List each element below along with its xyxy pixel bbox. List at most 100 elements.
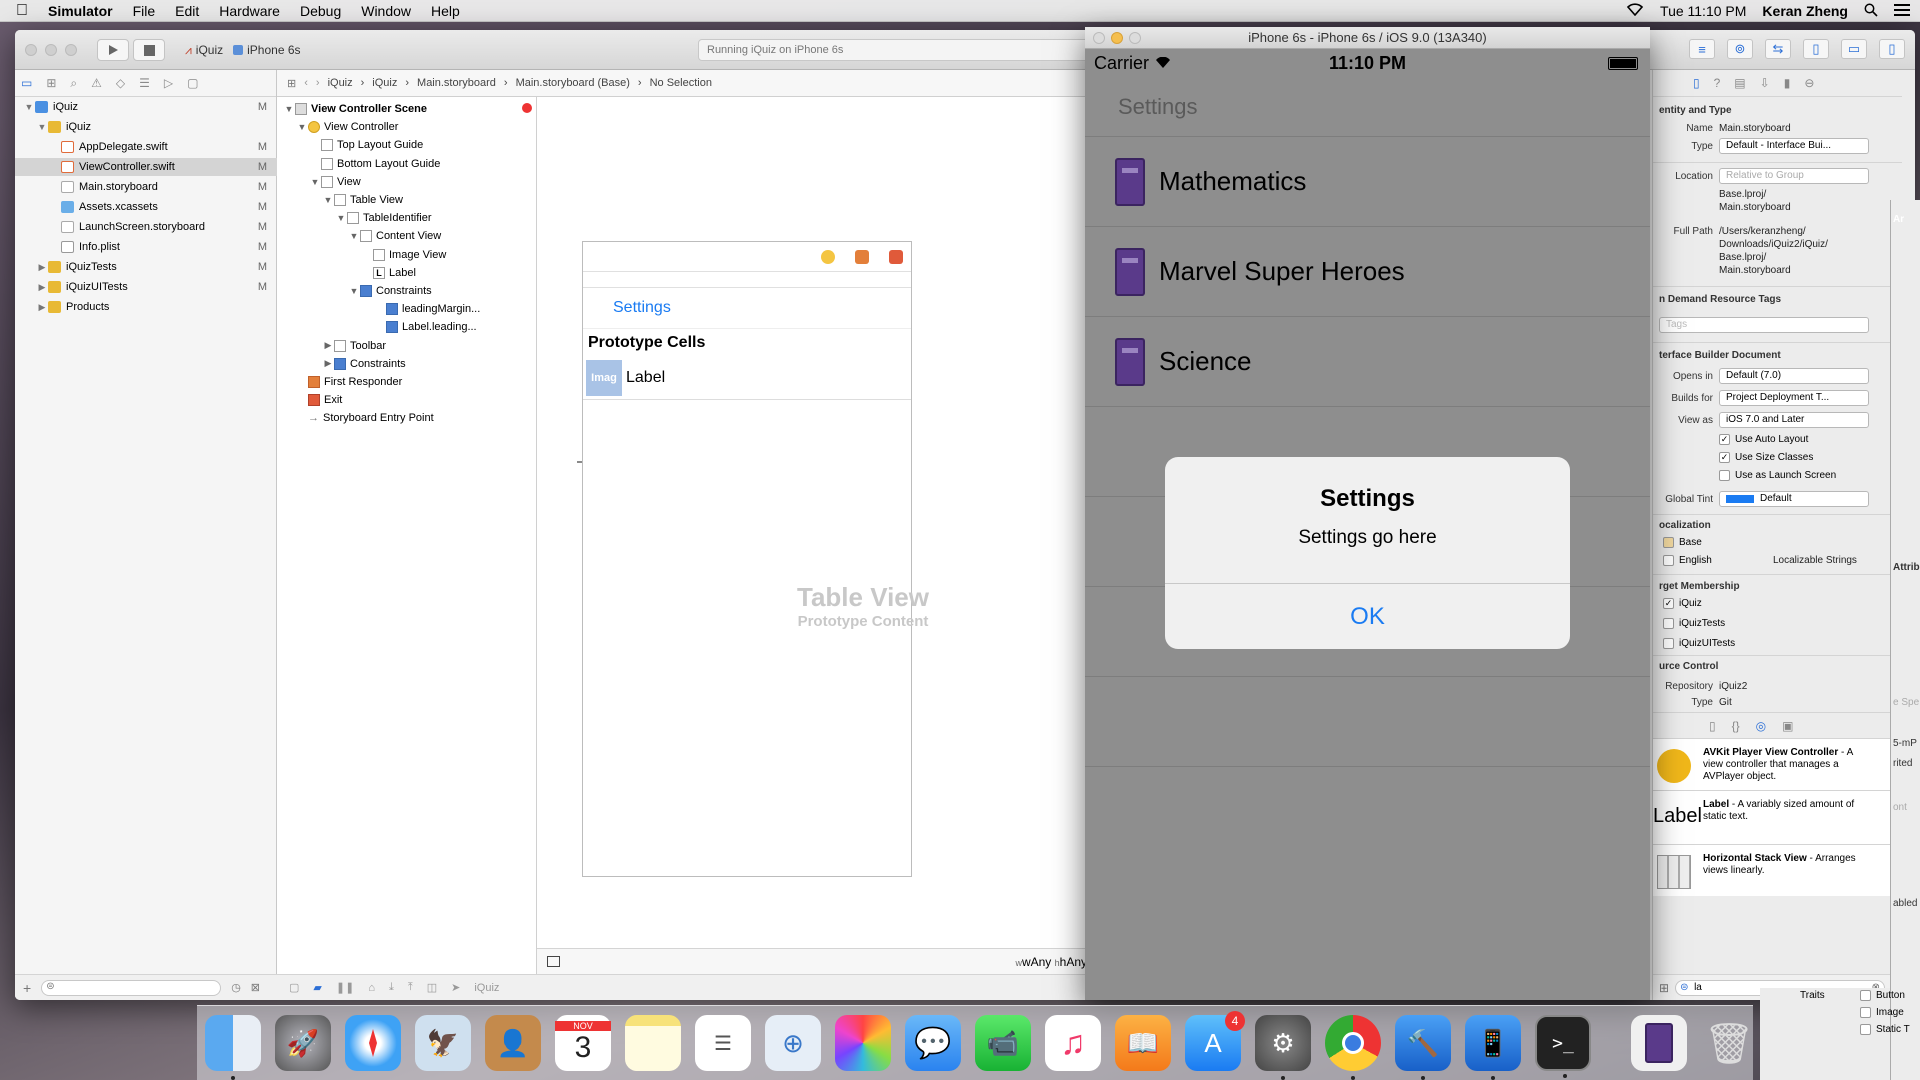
zoom-window-button[interactable] bbox=[65, 44, 77, 56]
disclosure-triangle-icon[interactable]: ▼ bbox=[335, 213, 347, 223]
step-in-icon[interactable]: ⤓ bbox=[389, 981, 394, 994]
library-item-horizontal-stack[interactable]: Horizontal Stack View - Arranges views l… bbox=[1653, 844, 1902, 896]
run-button[interactable] bbox=[97, 39, 129, 61]
menu-help[interactable]: Help bbox=[421, 3, 470, 19]
navigator-item[interactable]: ▶ iQuizTests M bbox=[15, 258, 277, 276]
minimize-window-button[interactable] bbox=[45, 44, 57, 56]
terminal-icon[interactable]: >_ bbox=[1535, 1015, 1591, 1078]
chrome-icon[interactable] bbox=[1325, 1015, 1381, 1080]
back-icon[interactable]: ‹ bbox=[304, 77, 308, 89]
type-popup[interactable]: Default - Interface Bui... bbox=[1719, 138, 1869, 154]
jump-project[interactable]: iQuiz bbox=[328, 77, 353, 89]
view-debugger-icon[interactable]: ◫ bbox=[427, 981, 437, 994]
sim-zoom-button[interactable] bbox=[1129, 32, 1141, 44]
photos-icon[interactable] bbox=[835, 1015, 891, 1071]
assistant-editor-icon[interactable]: ⊚ bbox=[1727, 39, 1753, 59]
outline-item[interactable]: Bottom Layout Guide bbox=[309, 155, 440, 173]
menu-debug[interactable]: Debug bbox=[290, 3, 351, 19]
trait-button-checkbox[interactable]: Button bbox=[1860, 990, 1905, 1001]
quiz-row[interactable]: Marvel Super Heroes bbox=[1085, 227, 1650, 317]
use-auto-layout-checkbox[interactable]: ✓ Use Auto Layout bbox=[1719, 434, 1808, 445]
stop-button[interactable] bbox=[133, 39, 165, 61]
breakpoints-icon[interactable]: ▰ bbox=[313, 981, 321, 994]
use-as-launch-screen-checkbox[interactable]: Use as Launch Screen bbox=[1719, 470, 1836, 481]
attributes-inspector-icon[interactable]: ⇩ bbox=[1760, 76, 1770, 90]
navigator-item[interactable]: AppDelegate.swift M bbox=[15, 138, 277, 156]
navigator-item[interactable]: ▶ Products bbox=[15, 298, 277, 316]
outline-item[interactable]: ▼ View Controller bbox=[296, 118, 398, 136]
disclosure-triangle-icon[interactable]: ▼ bbox=[348, 286, 360, 296]
wifi-icon[interactable] bbox=[1626, 3, 1644, 19]
file-inspector-icon[interactable]: ▯ bbox=[1693, 76, 1700, 90]
disclosure-triangle-icon[interactable]: ▼ bbox=[309, 177, 321, 187]
exit-icon[interactable] bbox=[889, 249, 903, 264]
ibooks-icon[interactable]: 📖 bbox=[1115, 1015, 1171, 1071]
scheme-device[interactable]: iPhone 6s bbox=[247, 43, 300, 57]
outline-item[interactable]: ▼ View Controller Scene bbox=[283, 100, 427, 118]
prototype-cell[interactable]: Imag Label bbox=[583, 356, 911, 400]
test-tab-icon[interactable]: ◇ bbox=[116, 76, 125, 90]
cell-label[interactable]: Label bbox=[626, 369, 665, 387]
facetime-icon[interactable]: 📹 bbox=[975, 1015, 1031, 1071]
code-snippet-icon[interactable]: {} bbox=[1732, 719, 1740, 733]
navigator-item[interactable]: LaunchScreen.storyboard M bbox=[15, 218, 277, 236]
tags-field[interactable]: Tags bbox=[1659, 317, 1869, 333]
quiz-row[interactable]: Science bbox=[1085, 317, 1650, 407]
help-inspector-icon[interactable]: ? bbox=[1714, 76, 1721, 90]
first-responder-icon[interactable] bbox=[855, 249, 869, 264]
view-controller-icon[interactable] bbox=[821, 249, 835, 264]
localizable-strings-popup[interactable]: Localizable Strings bbox=[1773, 555, 1857, 566]
navigator-item[interactable]: Assets.xcassets M bbox=[15, 198, 277, 216]
outline-item[interactable]: ▼ Content View bbox=[348, 227, 441, 245]
jump-file[interactable]: Main.storyboard bbox=[417, 77, 496, 89]
menu-edit[interactable]: Edit bbox=[165, 3, 209, 19]
disclosure-triangle-icon[interactable]: ▶ bbox=[36, 302, 48, 313]
finder-icon[interactable] bbox=[205, 1015, 261, 1080]
library-item-label[interactable]: Label Label - A variably sized amount of… bbox=[1653, 790, 1902, 844]
view-controller-scene[interactable]: Settings Prototype Cells Imag Label Tabl… bbox=[582, 241, 929, 877]
disclosure-triangle-icon[interactable]: ▼ bbox=[36, 122, 48, 132]
navigator-item[interactable]: Main.storyboard M bbox=[15, 178, 277, 196]
outline-toggle-icon[interactable] bbox=[547, 956, 560, 967]
trait-static-text-checkbox[interactable]: Static T bbox=[1860, 1024, 1910, 1035]
symbol-tab-icon[interactable]: ⊞ bbox=[46, 76, 56, 90]
standard-editor-icon[interactable]: ≡ bbox=[1689, 39, 1715, 59]
global-tint-popup[interactable]: Default bbox=[1719, 491, 1869, 507]
size-class-width[interactable]: wAny bbox=[1022, 955, 1051, 969]
trait-image-checkbox[interactable]: Image bbox=[1860, 1007, 1904, 1018]
jump-localization[interactable]: Main.storyboard (Base) bbox=[516, 77, 630, 89]
disclosure-triangle-icon[interactable]: ▼ bbox=[348, 231, 360, 241]
outline-item[interactable]: → Storyboard Entry Point bbox=[296, 409, 434, 427]
outline-item[interactable]: leadingMargin... bbox=[374, 300, 480, 318]
disclosure-triangle-icon[interactable]: ▶ bbox=[322, 340, 334, 351]
add-icon[interactable]: + bbox=[23, 980, 31, 996]
report-tab-icon[interactable]: ▢ bbox=[187, 76, 198, 90]
related-items-icon[interactable]: ⊞ bbox=[287, 77, 296, 90]
disclosure-triangle-icon[interactable]: ▼ bbox=[23, 102, 35, 112]
navigator-item[interactable]: ▶ iQuizUITests M bbox=[15, 278, 277, 296]
identity-inspector-icon[interactable]: ▤ bbox=[1734, 76, 1745, 90]
name-value[interactable]: Main.storyboard bbox=[1719, 123, 1791, 134]
navigator-item[interactable]: ▼ iQuiz M bbox=[15, 98, 277, 116]
disclosure-triangle-icon[interactable]: ▼ bbox=[322, 195, 334, 205]
navigator-toggle-icon[interactable]: ▯ bbox=[1803, 39, 1829, 59]
outline-item[interactable]: ▶ Toolbar bbox=[322, 337, 386, 355]
object-library-icon[interactable]: ◎ bbox=[1756, 719, 1766, 733]
quiz-row[interactable]: Mathematics bbox=[1085, 137, 1650, 227]
outline-item[interactable]: ▶ Constraints bbox=[322, 355, 406, 373]
book-document-icon[interactable] bbox=[1631, 1015, 1687, 1071]
media-library-icon[interactable]: ▣ bbox=[1782, 719, 1793, 733]
navigator-item[interactable]: ▼ iQuiz bbox=[15, 118, 277, 136]
simulator-icon[interactable]: 📱 bbox=[1465, 1015, 1521, 1080]
outline-item[interactable]: Image View bbox=[361, 246, 446, 264]
disclosure-triangle-icon[interactable]: ▶ bbox=[36, 262, 48, 273]
sim-minimize-button[interactable] bbox=[1111, 32, 1123, 44]
menu-clock[interactable]: Tue 11:10 PM bbox=[1660, 3, 1746, 19]
safari-icon[interactable] bbox=[345, 1015, 401, 1071]
view-as-popup[interactable]: iOS 7.0 and Later bbox=[1719, 412, 1869, 428]
library-item-avkit[interactable]: AVKit Player View Controller - A view co… bbox=[1653, 738, 1902, 790]
sim-close-button[interactable] bbox=[1093, 32, 1105, 44]
navigator-item[interactable]: Info.plist M bbox=[15, 238, 277, 256]
debug-tab-icon[interactable]: ☰ bbox=[139, 76, 150, 90]
outline-item[interactable]: First Responder bbox=[296, 373, 402, 391]
